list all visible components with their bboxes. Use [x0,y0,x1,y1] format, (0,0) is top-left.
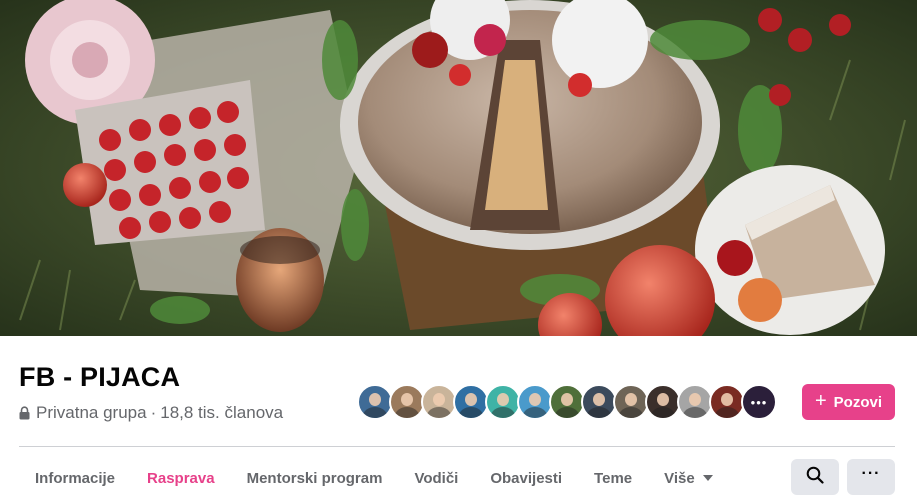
tab-label: Teme [594,469,633,487]
caret-down-icon [702,475,713,481]
header-divider [19,446,895,447]
tab-informacije[interactable]: Informacije [19,460,131,496]
cake-picnic-photo [0,0,917,336]
member-avatar[interactable] [485,384,521,420]
member-avatar[interactable] [709,384,745,420]
avatar-body [587,407,611,418]
avatar-face [369,393,381,406]
cover-photo [0,0,917,336]
tab-obavijesti[interactable]: Obavijesti [474,460,578,496]
avatar-face [689,393,701,406]
invite-button[interactable]: + Pozovi [802,384,895,420]
avatar-face [561,393,573,406]
avatar-body [523,407,547,418]
plus-icon: + [814,390,827,412]
tab-label: Više [664,469,695,487]
avatar-body [619,407,643,418]
member-avatar[interactable] [677,384,713,420]
tab-vodici[interactable]: Vodiči [398,460,474,496]
avatar-face [529,393,541,406]
avatar-face [657,393,669,406]
tab-vise[interactable]: Više [648,460,729,496]
avatar-face [625,393,637,406]
avatar-body [491,407,515,418]
lock-icon [19,406,30,420]
group-title: FB - PIJACA [19,362,181,392]
search-icon [806,466,824,489]
member-avatar[interactable] [581,384,617,420]
member-count[interactable]: 18,8 tis. članova [160,403,283,423]
avatar-body [459,407,483,418]
privacy-label: Privatna grupa [36,403,147,422]
avatar-face [465,393,477,406]
tab-label: Informacije [35,469,116,487]
member-avatar[interactable] [389,384,425,420]
member-avatar[interactable] [645,384,681,420]
tab-label: Obavijesti [490,469,563,487]
group-meta: Privatna grupa · 18,8 tis. članova [19,403,283,423]
tab-label: Mentorski program [246,469,383,487]
more-members-avatar[interactable]: ••• [741,384,777,420]
avatar-body [395,407,419,418]
tab-rasprava[interactable]: Rasprava [131,460,231,496]
avatar-body [555,407,579,418]
avatar-body [363,407,387,418]
more-horizontal-icon: ··· [861,465,881,482]
group-tabs: Informacije Rasprava Mentorski program V… [19,460,729,496]
more-options-button[interactable]: ··· [847,459,895,495]
member-avatar[interactable] [517,384,553,420]
member-avatar[interactable] [357,384,393,420]
member-avatar[interactable] [613,384,649,420]
avatar-face [433,393,445,406]
member-avatar[interactable] [421,384,457,420]
avatar-body [427,407,451,418]
tab-teme[interactable]: Teme [578,460,648,496]
tab-mentorski-program[interactable]: Mentorski program [231,460,399,496]
member-avatar[interactable] [453,384,489,420]
avatar-face [401,393,413,406]
avatar-face [497,393,509,406]
avatar-body [683,407,707,418]
tab-label: Rasprava [147,469,215,487]
meta-separator: · [150,403,157,422]
member-avatar[interactable] [549,384,585,420]
avatar-face [721,393,733,406]
avatar-body [715,407,739,418]
member-avatars[interactable]: ••• [357,384,777,420]
tab-label: Vodiči [414,469,459,487]
search-button[interactable] [791,459,839,495]
invite-label: Pozovi [833,393,883,411]
avatar-body [651,407,675,418]
avatar-face [593,393,605,406]
